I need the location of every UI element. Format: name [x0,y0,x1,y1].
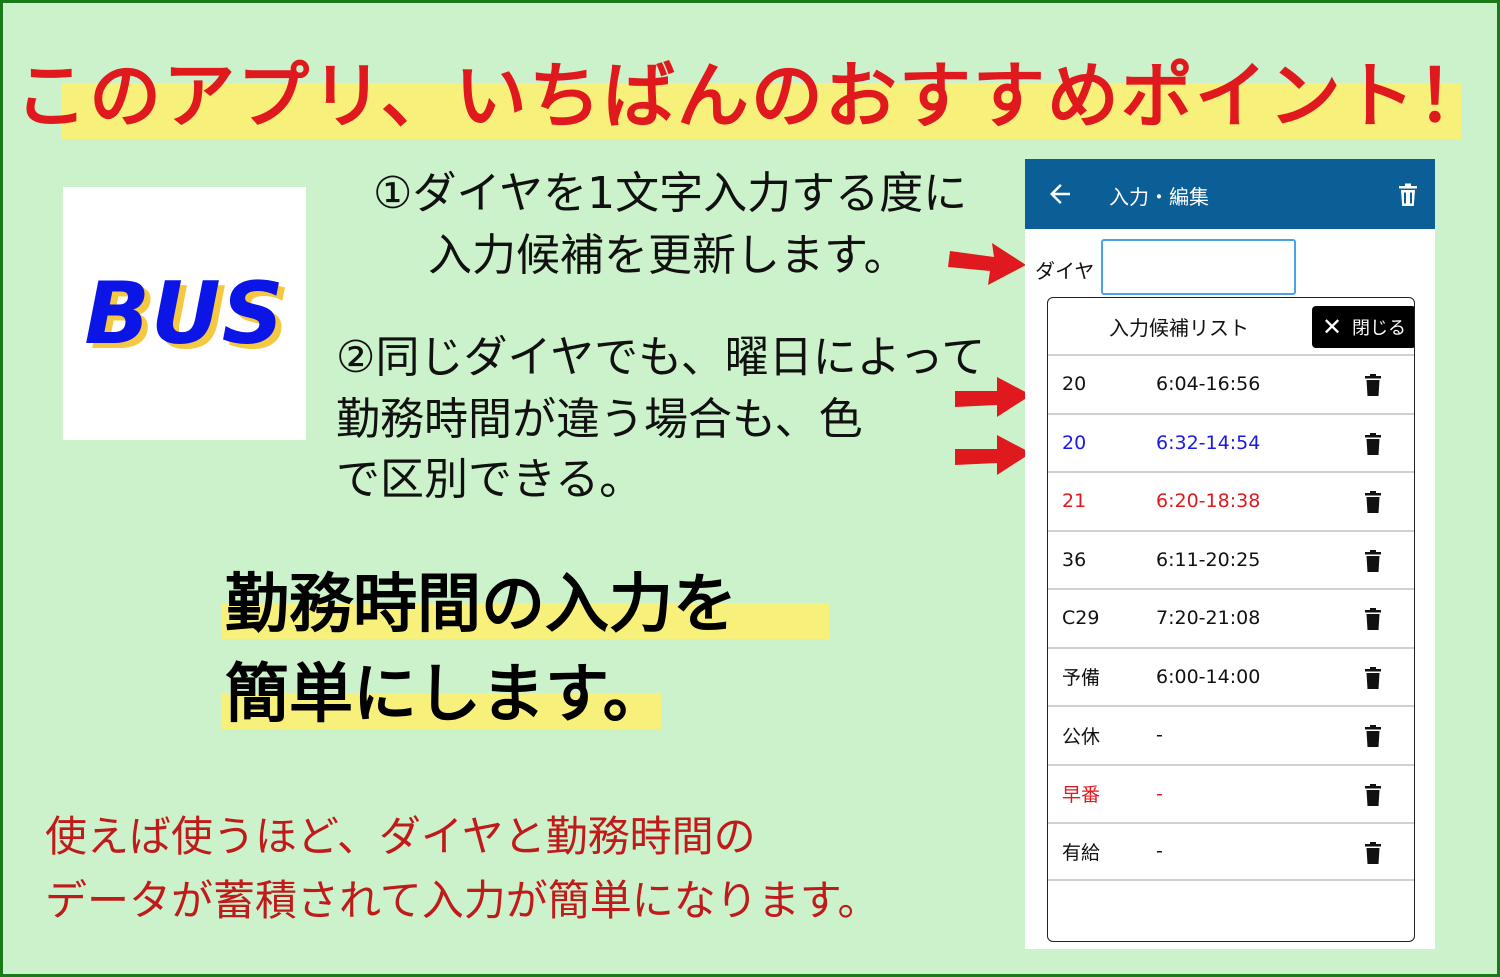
row-delete-icon[interactable] [1364,549,1382,572]
row-delete-icon[interactable] [1364,783,1382,806]
candidate-row[interactable]: 20 6:04-16:56 [1048,354,1414,413]
arrow-icon [955,435,1031,475]
note2-line2: 勤務時間が違う場合も、色 [336,394,863,445]
row-delete-icon[interactable] [1364,374,1382,396]
footer-line2: データが蓄積されて入力が簡単になります。 [45,876,880,925]
candidate-row[interactable]: 36 6:11-20:25 [1048,529,1414,589]
candidate-row[interactable]: 早番 - [1048,763,1414,823]
dia-input[interactable] [1101,239,1296,295]
candidate-row[interactable]: 20 6:32-14:54 [1048,412,1414,472]
candidate-list-title: 入力候補リスト [1109,316,1249,340]
candidate-row[interactable]: 21 6:20-18:38 [1048,471,1414,530]
note2-line1: ②同じダイヤでも、曜日によって [336,332,986,383]
row-dia-code: 20 [1062,373,1087,396]
headline: このアプリ、いちばんのおすすめポイント！ [15,54,1491,138]
row-dia-code: C29 [1062,607,1100,630]
bus-logo: BUS [63,187,306,440]
footer-line1: 使えば使うほど、ダイヤと勤務時間の [45,812,756,861]
back-arrow-icon[interactable] [1045,179,1075,209]
close-label: 閉じる [1352,318,1407,339]
row-dia-code: 公休 [1062,725,1101,748]
row-delete-icon[interactable] [1364,432,1382,455]
row-dia-code: 21 [1062,490,1087,513]
bus-logo-text: BUS [84,263,285,364]
dia-label: ダイヤ [1035,259,1095,283]
candidate-row[interactable]: 有給 - [1048,822,1414,881]
promo-frame: このアプリ、いちばんのおすすめポイント！ BUS ①ダイヤを1文字入力する度に … [0,0,1500,977]
row-dia-code: 有給 [1062,841,1101,864]
arrow-icon [948,243,1026,285]
note2-line3: で区別できる。 [336,454,644,505]
row-work-time: 6:11-20:25 [1156,548,1261,571]
big-line1: 勤務時間の入力を [225,568,737,642]
row-delete-icon[interactable] [1364,666,1382,689]
row-dia-code: 予備 [1062,667,1101,690]
row-dia-code: 36 [1062,548,1087,571]
row-work-time: 6:04-16:56 [1156,373,1261,396]
row-delete-icon[interactable] [1364,491,1382,513]
candidate-row[interactable]: 予備 6:00-14:00 [1048,646,1414,706]
close-button[interactable]: ✕ 閉じる [1312,306,1414,348]
row-work-time: 6:20-18:38 [1156,490,1261,513]
row-work-time: 6:32-14:54 [1156,431,1261,454]
row-work-time: - [1156,724,1163,747]
candidate-row[interactable]: 公休 - [1048,705,1414,764]
row-delete-icon[interactable] [1364,608,1382,630]
row-work-time: 6:00-14:00 [1156,665,1261,688]
candidate-row[interactable]: C29 7:20-21:08 [1048,588,1414,647]
app-screen: 入力・編集 ダイヤ 入力候補リスト ✕ 閉じる 20 6:04-16:56 20 6:… [1025,159,1435,949]
note1-line2: 入力候補を更新します。 [428,230,908,281]
row-work-time: 7:20-21:08 [1156,607,1261,630]
big-line2: 簡単にします。 [225,658,667,732]
row-dia-code: 早番 [1062,784,1101,807]
delete-icon[interactable] [1397,183,1419,207]
candidate-list-panel: 入力候補リスト ✕ 閉じる 20 6:04-16:56 20 6:32-14:54 21… [1047,297,1415,942]
row-delete-icon[interactable] [1364,725,1382,747]
close-icon: ✕ [1321,313,1343,341]
arrow-icon [955,377,1031,417]
app-title: 入力・編集 [1109,185,1209,209]
app-bar: 入力・編集 [1025,159,1435,229]
candidate-list: 20 6:04-16:56 20 6:32-14:54 21 6:20-18:38 36 6:… [1048,354,1414,881]
row-dia-code: 20 [1062,431,1087,454]
row-work-time: - [1156,782,1163,805]
row-delete-icon[interactable] [1364,842,1382,864]
row-work-time: - [1156,840,1163,863]
note1-line1: ①ダイヤを1文字入力する度に [373,168,968,219]
